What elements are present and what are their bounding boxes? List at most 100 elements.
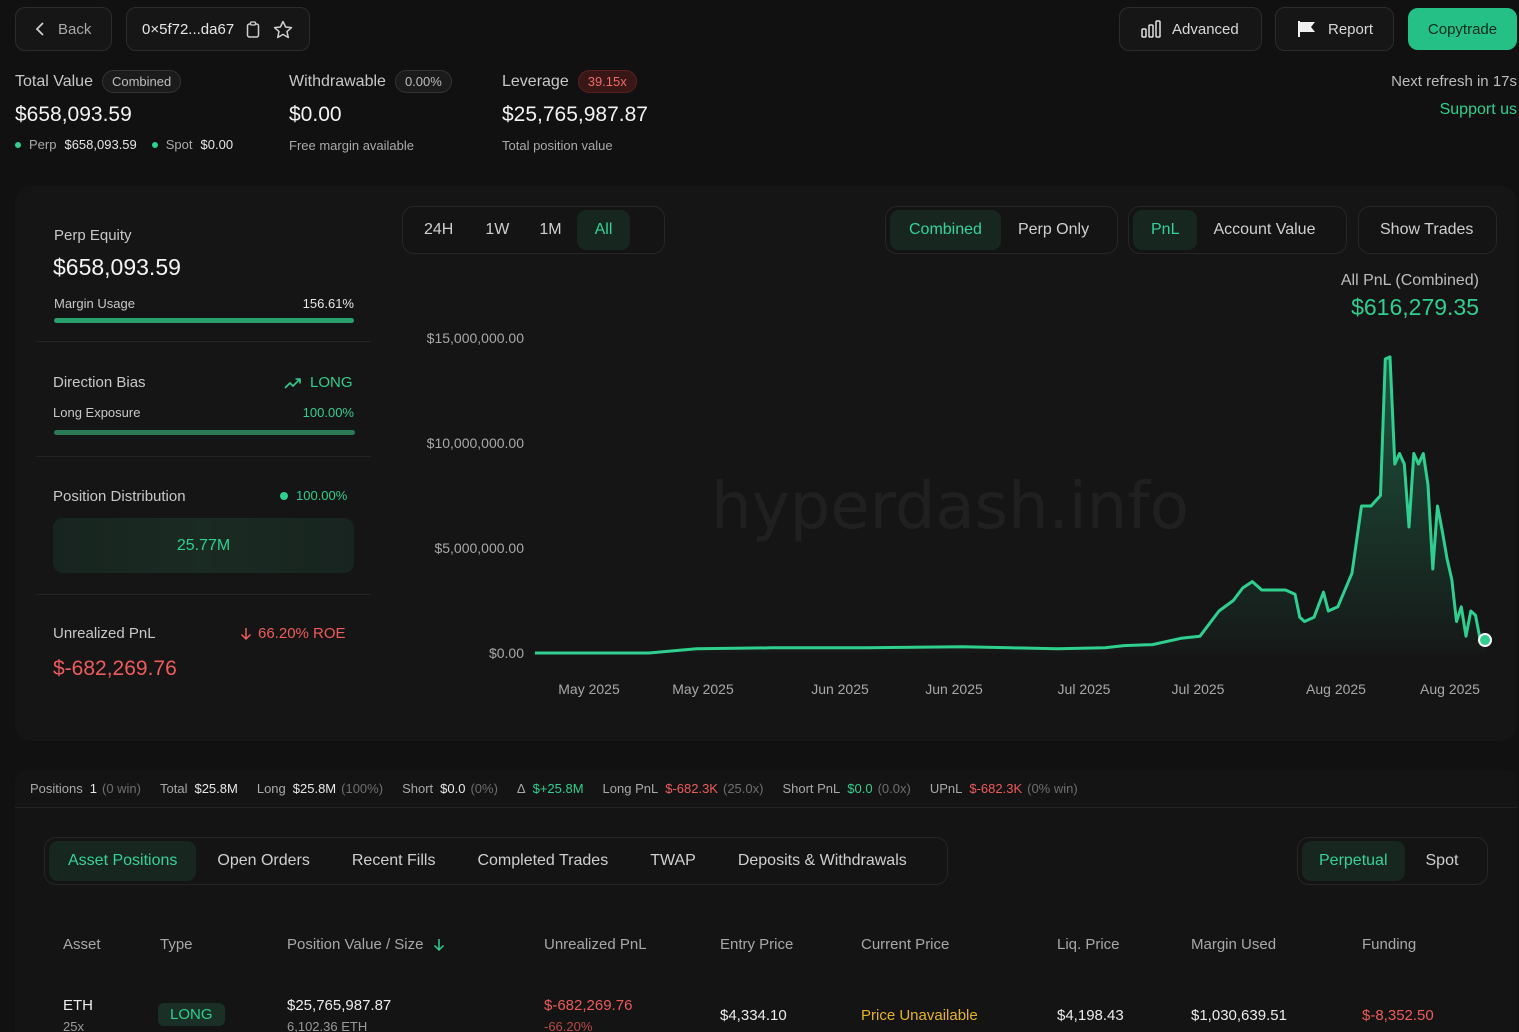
x-tick-label: Jul 2025 <box>1058 681 1111 697</box>
timeframe-24h[interactable]: 24H <box>407 210 470 250</box>
copytrade-label: Copytrade <box>1427 20 1498 38</box>
header-position-value[interactable]: Position Value / Size <box>287 936 445 953</box>
margin-used: $1,030,639.51 <box>1191 1007 1287 1024</box>
address-chip: 0×5f72...da67 <box>126 7 310 51</box>
header-current-price[interactable]: Current Price <box>861 936 949 953</box>
position-value: $25,765,987.87 <box>287 997 392 1014</box>
position-distribution-bar[interactable]: 25.77M <box>53 518 354 573</box>
timeframe-1w[interactable]: 1W <box>470 210 524 250</box>
short-value: $0.0 <box>440 781 466 796</box>
mode-combined[interactable]: Combined <box>890 210 1001 250</box>
y-tick-label: $0.00 <box>489 645 524 661</box>
x-tick-label: May 2025 <box>558 681 620 697</box>
x-tick-label: Jun 2025 <box>925 681 983 697</box>
long-dot-icon <box>280 491 288 500</box>
short-pnl-label: Short PnL <box>782 781 841 796</box>
tab-completed-trades[interactable]: Completed Trades <box>456 841 629 881</box>
tab-recent-fills[interactable]: Recent Fills <box>331 841 457 881</box>
leverage-badge: 39.15x <box>577 70 637 93</box>
short-pnl-lev: (0.0x) <box>877 781 911 796</box>
header-entry-price[interactable]: Entry Price <box>720 936 793 953</box>
pnl-chart[interactable]: hyperdash.info $15,000,000.00 $10,000,000… <box>400 320 1510 720</box>
report-button[interactable]: Report <box>1275 7 1394 51</box>
long-pnl-label: Long PnL <box>602 781 659 796</box>
position-distribution-label: Position Distribution <box>53 488 186 505</box>
tab-perpetual[interactable]: Perpetual <box>1302 841 1405 881</box>
position-distribution-pct: 100.00% <box>296 488 348 503</box>
table-row[interactable]: ETH 25x LONG $25,765,987.87 6,102.36 ETH… <box>15 985 1517 1032</box>
spot-label: Spot <box>165 137 193 152</box>
funding: $-8,352.50 <box>1362 1007 1434 1024</box>
y-tick-label: $10,000,000.00 <box>427 435 525 451</box>
pnl-value: $616,279.35 <box>1351 294 1479 320</box>
x-tick-label: Jun 2025 <box>811 681 869 697</box>
header-margin-used[interactable]: Margin Used <box>1191 936 1276 953</box>
liq-price: $4,198.43 <box>1057 1007 1124 1024</box>
divider <box>36 341 371 342</box>
x-tick-label: Jul 2025 <box>1172 681 1225 697</box>
delta-label: Δ <box>516 781 526 796</box>
spot-dot-icon <box>151 141 158 148</box>
back-label: Back <box>58 20 92 38</box>
report-label: Report <box>1328 20 1374 38</box>
long-exposure-value: 100.00% <box>302 405 354 420</box>
margin-usage-value: 156.61% <box>302 296 354 311</box>
support-link[interactable]: Support us <box>1440 101 1517 119</box>
short-pct: (0%) <box>470 781 498 796</box>
metric-selector: PnL Account Value <box>1128 206 1347 254</box>
pnl-endpoint <box>1478 633 1492 648</box>
timeframe-1m[interactable]: 1M <box>524 210 576 250</box>
direction-bias: LONG <box>284 374 353 391</box>
back-button[interactable]: Back <box>15 7 112 51</box>
header-liq-price[interactable]: Liq. Price <box>1057 936 1120 953</box>
copytrade-button[interactable]: Copytrade <box>1408 8 1517 50</box>
withdrawable-badge: 0.00% <box>394 70 452 93</box>
tab-deposits-withdrawals[interactable]: Deposits & Withdrawals <box>717 841 928 881</box>
position-distribution-pct-wrap: 100.00% <box>280 488 347 503</box>
refresh-text: Next refresh in 17s <box>1391 73 1517 90</box>
delta-value: $+25.8M <box>532 781 584 796</box>
long-exposure-fill <box>54 430 355 435</box>
long-value: $25.8M <box>292 781 337 796</box>
trending-up-icon <box>284 377 302 389</box>
header-position-value-label: Position Value / Size <box>287 936 424 953</box>
unrealized-roe: 66.20% ROE <box>240 625 346 642</box>
upnl-label: UPnL <box>929 781 963 796</box>
mode-perp-only[interactable]: Perp Only <box>1001 210 1106 250</box>
copy-icon[interactable] <box>246 20 260 38</box>
asset-leverage: 25x <box>63 1019 84 1032</box>
type-badge: LONG <box>158 1003 225 1026</box>
total-value-label: Total Value <box>15 72 93 90</box>
metric-pnl[interactable]: PnL <box>1133 210 1198 250</box>
header-funding[interactable]: Funding <box>1362 936 1416 953</box>
header-asset[interactable]: Asset <box>63 936 101 953</box>
star-icon[interactable] <box>273 20 293 39</box>
position-distribution-value: 25.77M <box>176 536 231 554</box>
direction-bias-value: LONG <box>310 374 353 391</box>
chart-watermark: hyperdash.info <box>711 470 1189 544</box>
stats-bar: Positions 1 (0 win) Total $25.8M Long $2… <box>15 770 1517 808</box>
header-type[interactable]: Type <box>160 936 193 953</box>
position-size: 6,102.36 ETH <box>287 1019 368 1032</box>
x-tick-label: Aug 2025 <box>1306 681 1366 697</box>
perp-dot-icon <box>15 141 21 148</box>
positions-value: 1 <box>89 781 97 796</box>
show-trades-toggle[interactable]: Show Trades <box>1358 206 1497 254</box>
tab-twap[interactable]: TWAP <box>629 841 717 881</box>
withdrawable-sub: Free margin available <box>289 138 415 153</box>
advanced-button[interactable]: Advanced <box>1119 7 1262 51</box>
header-unrealized-pnl[interactable]: Unrealized PnL <box>544 936 647 953</box>
timeframe-all[interactable]: All <box>576 210 631 250</box>
short-pnl-value: $0.0 <box>847 781 873 796</box>
total-value-block: Total Value Combined $658,093.59 Perp $6… <box>15 70 233 152</box>
advanced-label: Advanced <box>1172 20 1239 38</box>
tab-spot[interactable]: Spot <box>1405 841 1480 881</box>
long-exposure-bar <box>54 430 355 435</box>
tab-asset-positions[interactable]: Asset Positions <box>49 841 197 881</box>
tab-open-orders[interactable]: Open Orders <box>196 841 330 881</box>
unrealized-roe-value: 66.20% ROE <box>258 625 346 642</box>
chevron-left-icon <box>34 21 46 37</box>
margin-usage-fill <box>54 318 354 323</box>
metric-account-value[interactable]: Account Value <box>1197 210 1331 250</box>
total-value-badge[interactable]: Combined <box>101 70 182 93</box>
